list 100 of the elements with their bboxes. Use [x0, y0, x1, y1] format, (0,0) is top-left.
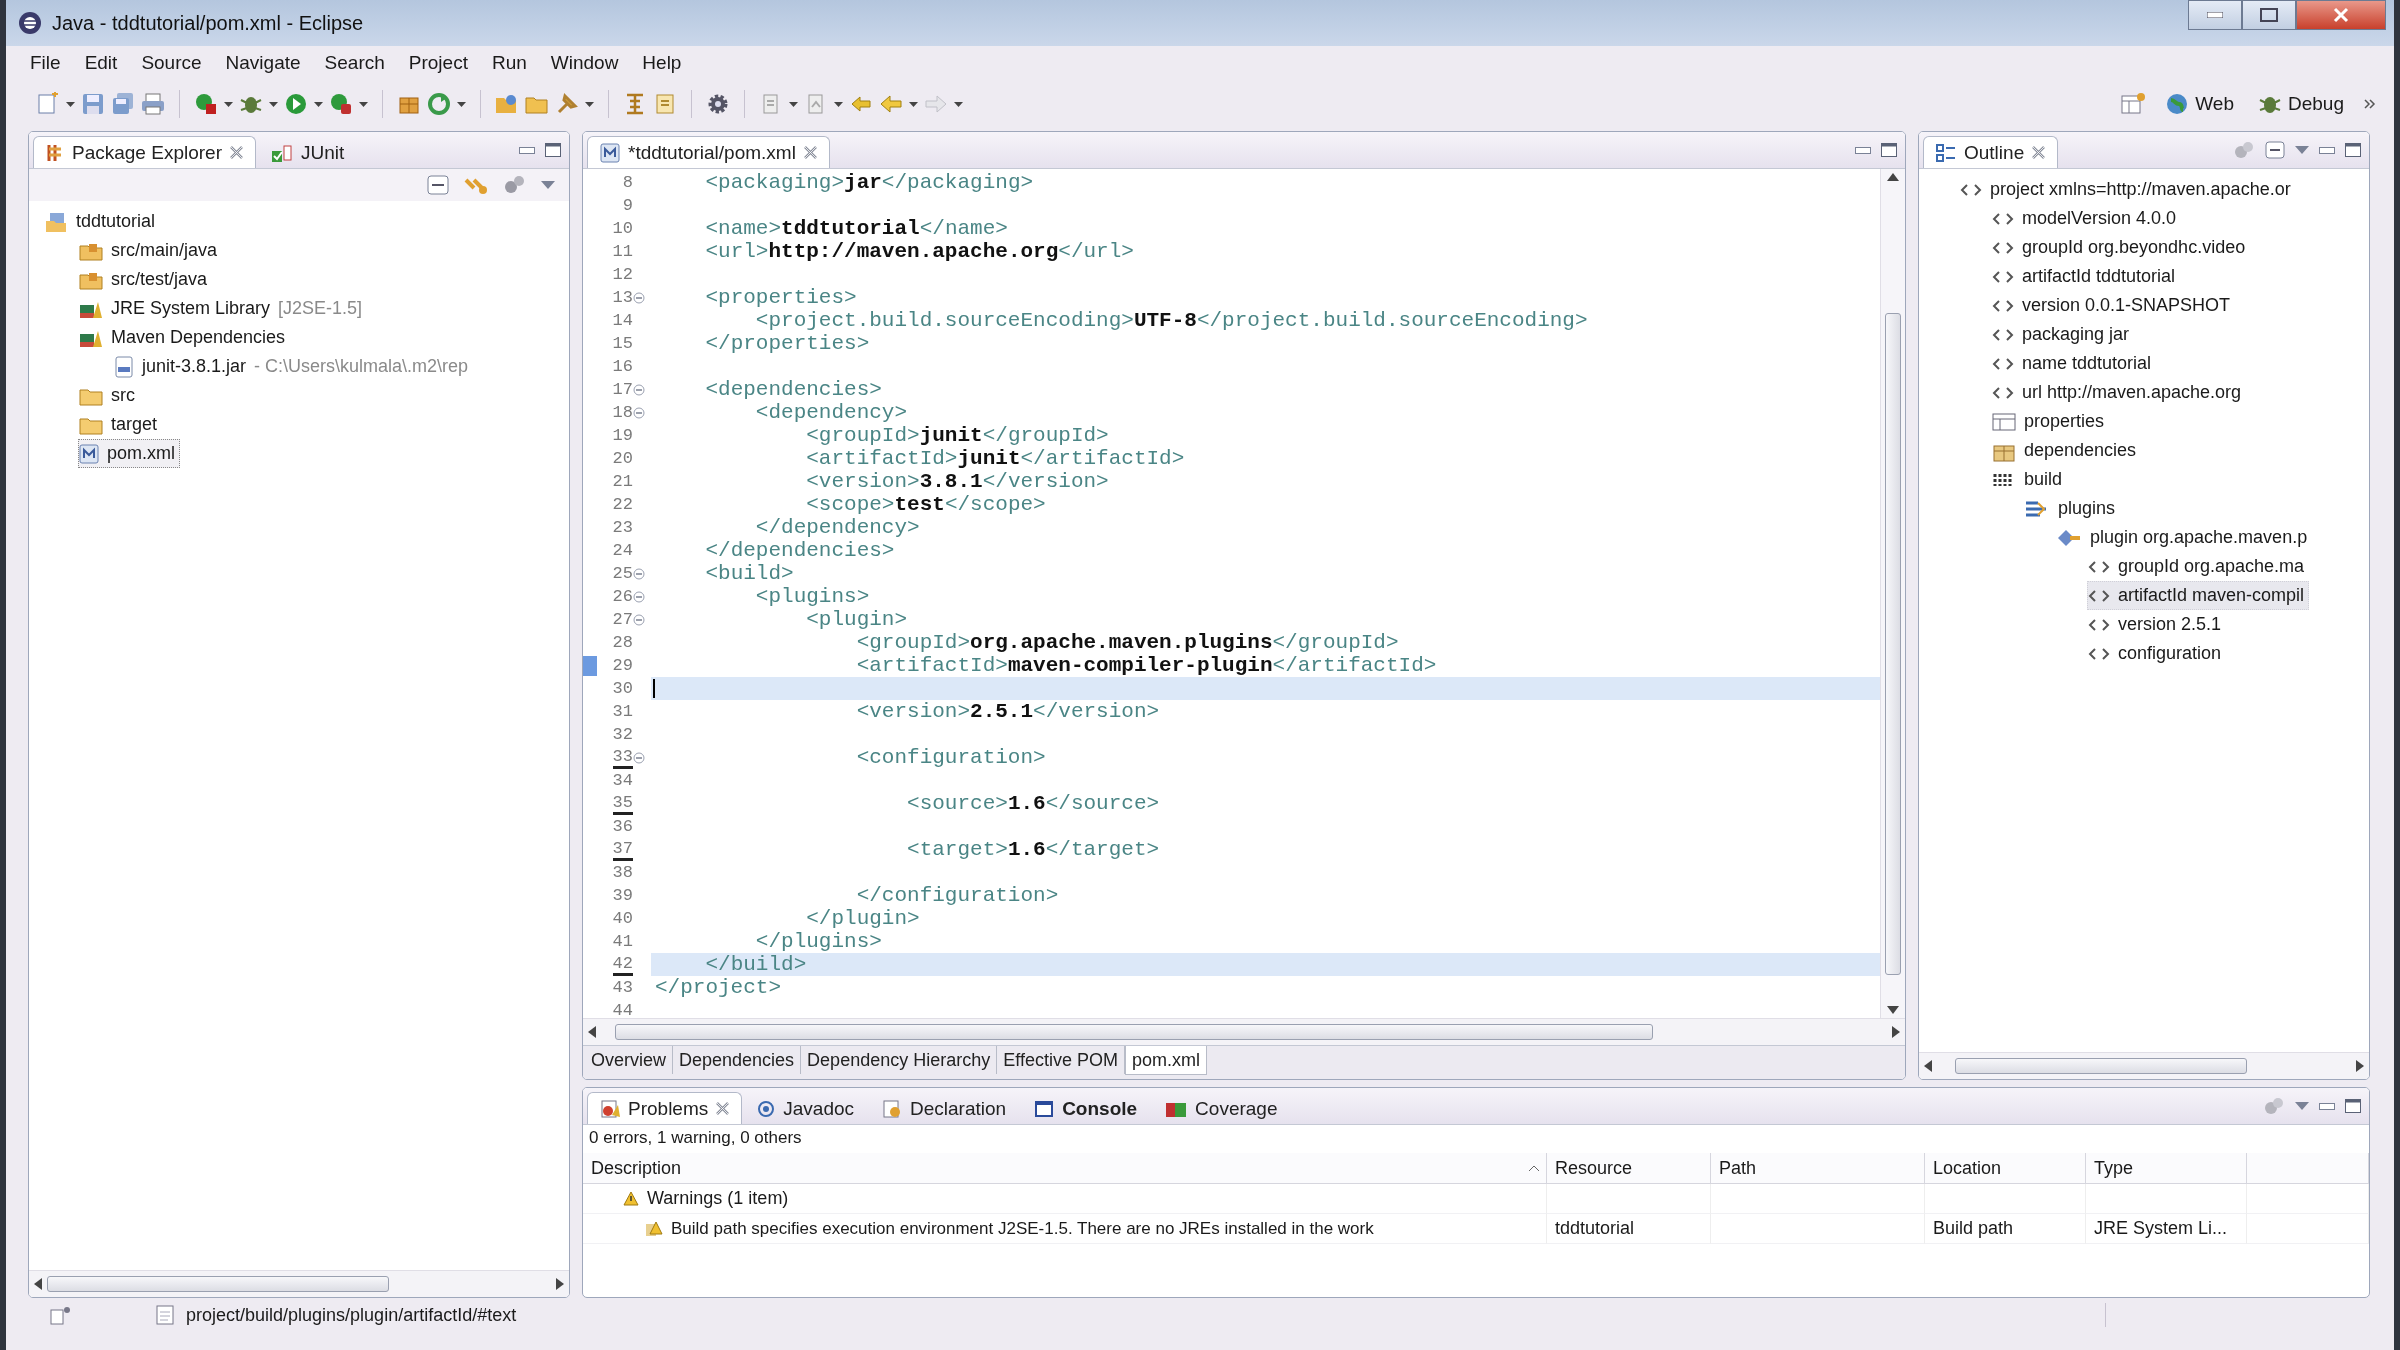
tree-item[interactable]: version 0.0.1-SNAPSHOT	[1991, 291, 2236, 320]
play-icon[interactable]	[284, 92, 308, 116]
column-header[interactable]: Path	[1711, 1153, 1925, 1184]
caret-icon[interactable]	[954, 101, 963, 107]
maximize-icon[interactable]	[1881, 143, 1897, 157]
debug-run-icon[interactable]	[194, 92, 218, 116]
menu-item[interactable]: Edit	[74, 49, 128, 77]
column-header[interactable]: Description	[583, 1153, 1547, 1184]
tree-item[interactable]: groupId org.beyondhc.video	[1991, 233, 2251, 262]
collapse-icon[interactable]	[633, 406, 645, 419]
save-icon[interactable]	[81, 92, 105, 116]
tree-item[interactable]: Maven Dependencies	[78, 323, 291, 352]
page-tab[interactable]: Effective POM	[997, 1046, 1125, 1074]
minimize-icon[interactable]	[2319, 146, 2335, 154]
close-icon[interactable]	[229, 146, 243, 159]
tree-item[interactable]: build	[1991, 465, 2068, 494]
scrollbar-thumb[interactable]	[615, 1024, 1653, 1040]
menu-item[interactable]: Help	[632, 49, 692, 77]
tree-item[interactable]: modelVersion 4.0.0	[1991, 204, 2182, 233]
view-tab[interactable]: Package Explorer	[33, 136, 256, 168]
perspective-button[interactable]: Web	[2161, 89, 2238, 119]
collapse-icon[interactable]	[633, 751, 645, 764]
tree-item[interactable]: src/main/java	[78, 236, 223, 265]
close-button[interactable]	[2296, 0, 2386, 30]
scroll-left-icon[interactable]	[33, 1278, 43, 1290]
tree-item[interactable]: configuration	[2087, 639, 2227, 668]
collapse-icon[interactable]	[633, 590, 645, 603]
minimize-icon[interactable]	[1855, 146, 1871, 154]
new-file-icon[interactable]	[36, 92, 60, 116]
view-menu-icon[interactable]	[541, 181, 555, 189]
view-tab[interactable]: Problems	[587, 1092, 743, 1124]
caret-icon[interactable]	[269, 101, 278, 107]
tree-item[interactable]: groupId org.apache.ma	[2087, 552, 2310, 581]
tree-item[interactable]: plugin org.apache.maven.p	[2055, 523, 2313, 552]
menu-item[interactable]: Search	[314, 49, 395, 77]
more-icon[interactable]	[2364, 99, 2376, 109]
external-tools-icon[interactable]	[329, 92, 353, 116]
menu-item[interactable]: Run	[481, 49, 537, 77]
caret-icon[interactable]	[224, 101, 233, 107]
tree-item[interactable]: url http://maven.apache.org	[1991, 378, 2247, 407]
page-tab[interactable]: Overview	[585, 1046, 673, 1074]
menu-item[interactable]: Project	[398, 49, 478, 77]
tree-item[interactable]: project xmlns=http://maven.apache.or	[1959, 175, 2296, 204]
menu-item[interactable]: Window	[540, 49, 629, 77]
scroll-right-icon[interactable]	[2355, 1060, 2365, 1072]
collapse-all-icon[interactable]	[427, 175, 449, 195]
collapse-all-icon[interactable]	[2265, 141, 2285, 159]
tree-item[interactable]: src	[78, 381, 140, 410]
page-tab[interactable]: pom.xml	[1124, 1046, 1207, 1075]
tree-item[interactable]: version 2.5.1	[2087, 610, 2227, 639]
view-menu-icon[interactable]	[2295, 146, 2309, 154]
warning-group[interactable]: Warnings (1 item)	[583, 1184, 1547, 1214]
scroll-right-icon[interactable]	[1891, 1026, 1901, 1038]
scroll-left-icon[interactable]	[1923, 1060, 1933, 1072]
view-tab[interactable]: *tddtutorial/pom.xml	[587, 136, 830, 168]
page-tab[interactable]: Dependencies	[673, 1046, 802, 1074]
view-tab[interactable]: JUnit	[257, 136, 358, 168]
note-icon[interactable]	[653, 92, 677, 116]
tree-item[interactable]: properties	[1991, 407, 2110, 436]
maximize-button[interactable]	[2242, 0, 2296, 30]
tree-item[interactable]: target	[78, 410, 163, 439]
view-tab[interactable]: Javadoc	[744, 1092, 868, 1124]
minimize-button[interactable]	[2188, 0, 2242, 30]
caret-icon[interactable]	[457, 101, 466, 107]
back-icon[interactable]	[879, 92, 903, 116]
caret-icon[interactable]	[909, 101, 918, 107]
scroll-right-icon[interactable]	[555, 1278, 565, 1290]
open-perspective-icon[interactable]	[2121, 93, 2146, 115]
scrollbar-thumb[interactable]	[1885, 313, 1901, 975]
tree-item[interactable]: plugins	[2023, 494, 2121, 523]
view-tab[interactable]: Coverage	[1152, 1092, 1291, 1124]
maximize-icon[interactable]	[2345, 1099, 2361, 1113]
print-icon[interactable]	[141, 92, 165, 116]
maximize-icon[interactable]	[545, 143, 561, 157]
tree-item[interactable]: tddtutorial	[43, 207, 161, 236]
column-header[interactable]: Type	[2086, 1153, 2247, 1184]
caret-icon[interactable]	[789, 101, 798, 107]
view-tab[interactable]: Console	[1021, 1092, 1151, 1124]
caret-icon[interactable]	[359, 101, 368, 107]
page-tab[interactable]: Dependency Hierarchy	[801, 1046, 998, 1074]
pin-icon[interactable]	[555, 92, 579, 116]
close-icon[interactable]	[803, 146, 817, 159]
tree-item[interactable]: dependencies	[1991, 436, 2142, 465]
tree-item[interactable]: artifactId tddtutorial	[1991, 262, 2181, 291]
collapse-icon[interactable]	[633, 291, 645, 304]
tree-item[interactable]: artifactId maven-compil	[2087, 581, 2310, 610]
perspective-button[interactable]: Debug	[2254, 89, 2348, 119]
refresh-icon[interactable]	[427, 92, 451, 116]
scroll-up-icon[interactable]	[1887, 173, 1899, 181]
tree-item[interactable]: name tddtutorial	[1991, 349, 2157, 378]
close-icon[interactable]	[2032, 146, 2046, 159]
tree-item[interactable]: packaging jar	[1991, 320, 2135, 349]
menu-item[interactable]: Navigate	[215, 49, 311, 77]
save-all-icon[interactable]	[111, 92, 135, 116]
collapse-icon[interactable]	[633, 567, 645, 580]
tree-item[interactable]: junit-3.8.1.jar - C:\Users\kulmala\.m2\rep	[113, 352, 474, 381]
caret-icon[interactable]	[834, 101, 843, 107]
maximize-icon[interactable]	[2345, 143, 2361, 157]
collapse-icon[interactable]	[633, 613, 645, 626]
column-header[interactable]: Location	[1925, 1153, 2086, 1184]
